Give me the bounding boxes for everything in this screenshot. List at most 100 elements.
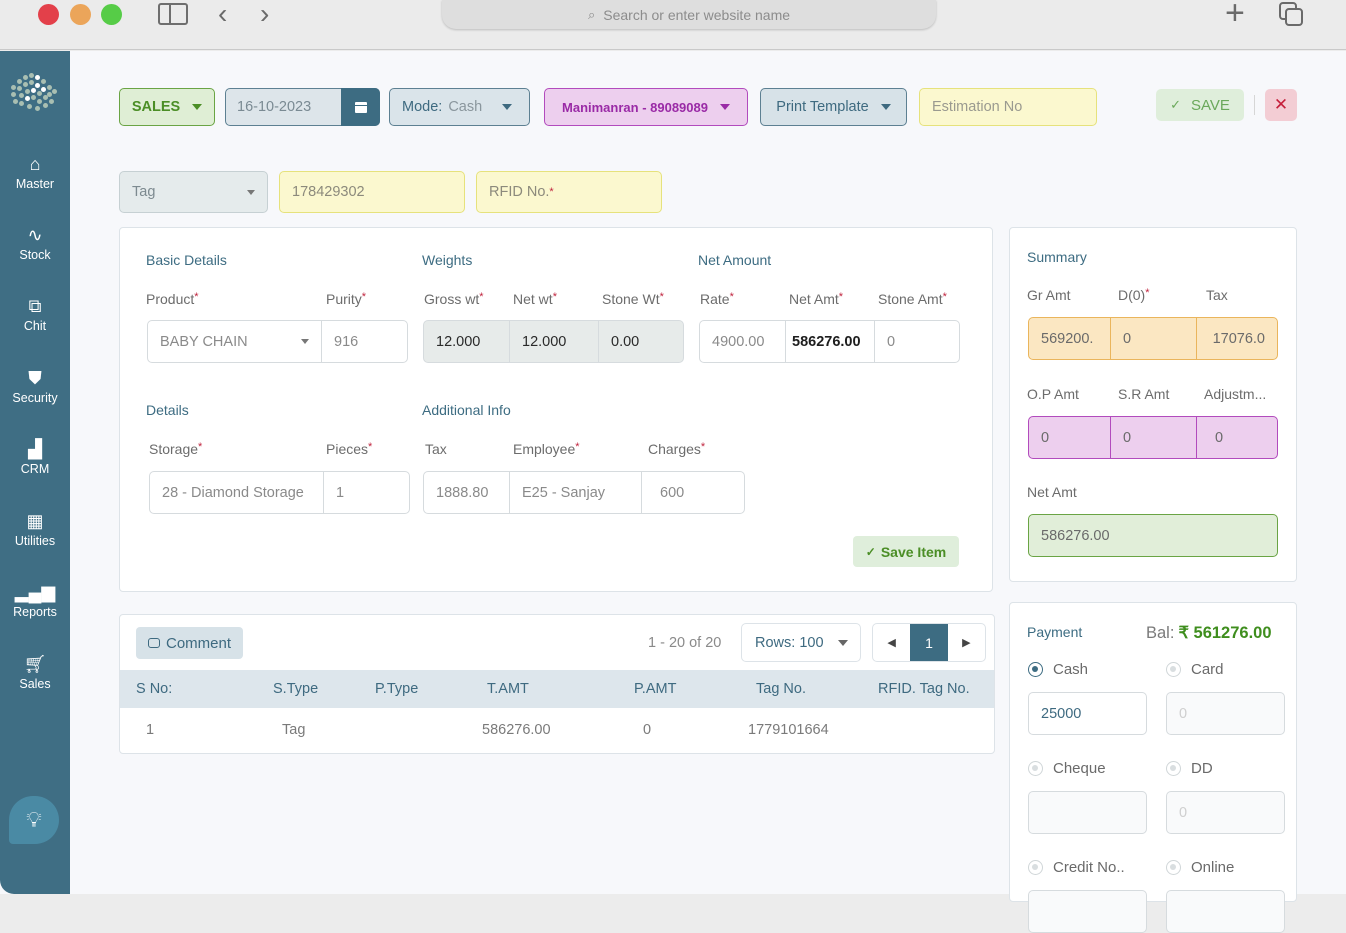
tax-input[interactable]: 1888.80 — [424, 472, 510, 513]
summary-tax-input[interactable]: 17076.0 — [1197, 318, 1277, 359]
cash-amount-input[interactable]: 25000 — [1028, 692, 1147, 735]
search-icon: ⌕ — [587, 6, 596, 22]
payment-method-card[interactable]: Card — [1166, 661, 1224, 678]
estimation-no-input[interactable]: Estimation No — [919, 88, 1097, 126]
home-icon: ⌂ — [29, 154, 41, 174]
payment-method-online[interactable]: Online — [1166, 859, 1234, 876]
rows-per-page-select[interactable]: Rows: 100 — [741, 623, 861, 662]
rate-input[interactable]: 4900.00 — [700, 321, 786, 362]
lightbulb-icon: 💡︎ — [26, 807, 42, 832]
date-field[interactable]: 16-10-2023 — [225, 88, 380, 126]
sidebar-item-reports[interactable]: ▂▄▆ Reports — [0, 581, 70, 619]
help-bulb-button[interactable]: 💡︎ — [9, 796, 59, 844]
calendar-button[interactable] — [341, 88, 380, 126]
page-button[interactable]: 1 — [910, 624, 948, 661]
sidebar-item-chit[interactable]: ⧉ Chit — [0, 295, 70, 333]
card-amount-input[interactable]: 0 — [1166, 692, 1285, 735]
customer-dropdown[interactable]: Manimanran - 89089089 — [544, 88, 748, 126]
stone-amt-input[interactable]: 0 — [875, 321, 959, 362]
column-header[interactable]: P.AMT — [634, 681, 676, 697]
close-window-button[interactable] — [38, 4, 59, 25]
sales-type-dropdown[interactable]: SALES — [119, 88, 215, 126]
prev-page-button[interactable]: ◀ — [873, 624, 910, 661]
product-select[interactable]: BABY CHAIN — [148, 321, 322, 362]
discount-input[interactable]: 0 — [1111, 318, 1197, 359]
next-page-button[interactable]: ▶ — [948, 624, 985, 661]
gross-wt-input[interactable]: 12.000 — [424, 321, 510, 362]
save-button[interactable]: ✓ SAVE — [1156, 89, 1244, 121]
rows-per-page-value: Rows: 100 — [755, 634, 824, 651]
employee-input[interactable]: E25 - Sanjay — [510, 472, 642, 513]
pieces-input[interactable]: 1 — [324, 472, 409, 513]
payment-method-dd[interactable]: DD — [1166, 760, 1213, 777]
minimize-window-button[interactable] — [70, 4, 91, 25]
column-header[interactable]: P.Type — [375, 681, 418, 697]
radio-icon[interactable] — [1166, 662, 1181, 677]
sidebar-toggle-icon[interactable] — [158, 3, 188, 25]
sr-amt-input[interactable]: 0 — [1111, 417, 1197, 458]
table-row[interactable]: 1 Tag 586276.00 0 1779101664 — [120, 708, 994, 753]
credit-note-amount-input[interactable] — [1028, 890, 1147, 933]
net-amt-input[interactable]: 586276.00 — [786, 321, 875, 362]
column-header[interactable]: S No: — [136, 681, 172, 697]
payment-method-label: Online — [1191, 859, 1235, 876]
sidebar-item-utilities[interactable]: ▦ Utilities — [0, 510, 70, 548]
column-header[interactable]: S.Type — [273, 681, 318, 697]
cheque-amount-input[interactable] — [1028, 791, 1147, 834]
back-icon[interactable]: ‹ — [218, 0, 227, 30]
basic-details-title: Basic Details — [146, 252, 227, 268]
tag-number-input[interactable]: 178429302 — [279, 171, 465, 213]
rfid-input[interactable]: RFID No. * — [476, 171, 662, 213]
gross-wt-value: 12.000 — [436, 333, 481, 350]
dd-amount-input[interactable]: 0 — [1166, 791, 1285, 834]
gr-amt-input[interactable]: 569200. — [1029, 318, 1111, 359]
radio-icon[interactable] — [1028, 860, 1043, 875]
url-bar[interactable]: ⌕ Search or enter website name — [442, 0, 936, 29]
items-table-card: Comment 1 - 20 of 20 Rows: 100 ◀ 1 ▶ S N… — [119, 614, 995, 754]
print-template-dropdown[interactable]: Print Template — [760, 88, 907, 126]
maximize-window-button[interactable] — [101, 4, 122, 25]
online-amount-input[interactable] — [1166, 890, 1285, 933]
summary-net-amt-value: 586276.00 — [1041, 527, 1110, 544]
sidebar-item-security[interactable]: ⛊ Security — [0, 367, 70, 405]
tab-overview-icon[interactable] — [1279, 2, 1305, 26]
summary-net-amt-input[interactable]: 586276.00 — [1028, 514, 1278, 557]
stone-wt-input[interactable]: 0.00 — [599, 321, 683, 362]
payment-method-credit-note[interactable]: Credit No.. — [1028, 859, 1125, 876]
column-header[interactable]: RFID. Tag No. — [878, 681, 970, 697]
tag-type-select[interactable]: Tag — [119, 171, 268, 213]
sidebar-item-sales[interactable]: 🛒︎ Sales — [0, 653, 70, 691]
op-amt-input[interactable]: 0 — [1029, 417, 1111, 458]
sidebar-item-master[interactable]: ⌂ Master — [0, 153, 70, 191]
charges-input[interactable]: 600 — [642, 472, 744, 513]
storage-input[interactable]: 28 - Diamond Storage — [150, 472, 324, 513]
radio-icon[interactable] — [1166, 860, 1181, 875]
weights-group: 12.000 12.000 0.00 — [423, 320, 684, 363]
payment-method-cash[interactable]: Cash — [1028, 661, 1088, 678]
adjustment-input[interactable]: 0 — [1197, 417, 1277, 458]
adjustments-group: 0 0 0 — [1028, 416, 1278, 459]
cell-sno: 1 — [146, 722, 155, 738]
save-item-button[interactable]: ✓ Save Item — [853, 536, 959, 567]
payment-mode-dropdown[interactable]: Mode: Cash — [389, 88, 530, 126]
net-wt-input[interactable]: 12.000 — [510, 321, 599, 362]
column-header[interactable]: Tag No. — [756, 681, 806, 697]
close-button[interactable]: ✕ — [1265, 89, 1297, 121]
radio-icon[interactable] — [1166, 761, 1181, 776]
payment-method-cheque[interactable]: Cheque — [1028, 760, 1106, 777]
adjustment-value: 0 — [1215, 429, 1224, 446]
column-header[interactable]: T.AMT — [487, 681, 529, 697]
radio-selected-icon[interactable] — [1028, 662, 1043, 677]
forward-icon[interactable]: › — [260, 0, 269, 30]
chevron-down-icon — [719, 104, 730, 110]
new-tab-icon[interactable]: + — [1225, 0, 1245, 33]
purity-input[interactable]: 916 — [322, 321, 407, 362]
sidebar-item-crm[interactable]: ▟ CRM — [0, 438, 70, 476]
chevron-down-icon — [502, 104, 513, 110]
charges-value: 600 — [660, 484, 685, 501]
sidebar-item-label: Utilities — [14, 534, 56, 548]
sidebar-item-stock[interactable]: ∿ Stock — [0, 224, 70, 262]
radio-icon[interactable] — [1028, 761, 1043, 776]
comment-button[interactable]: Comment — [136, 627, 243, 659]
check-icon: ✓ — [1170, 97, 1181, 112]
